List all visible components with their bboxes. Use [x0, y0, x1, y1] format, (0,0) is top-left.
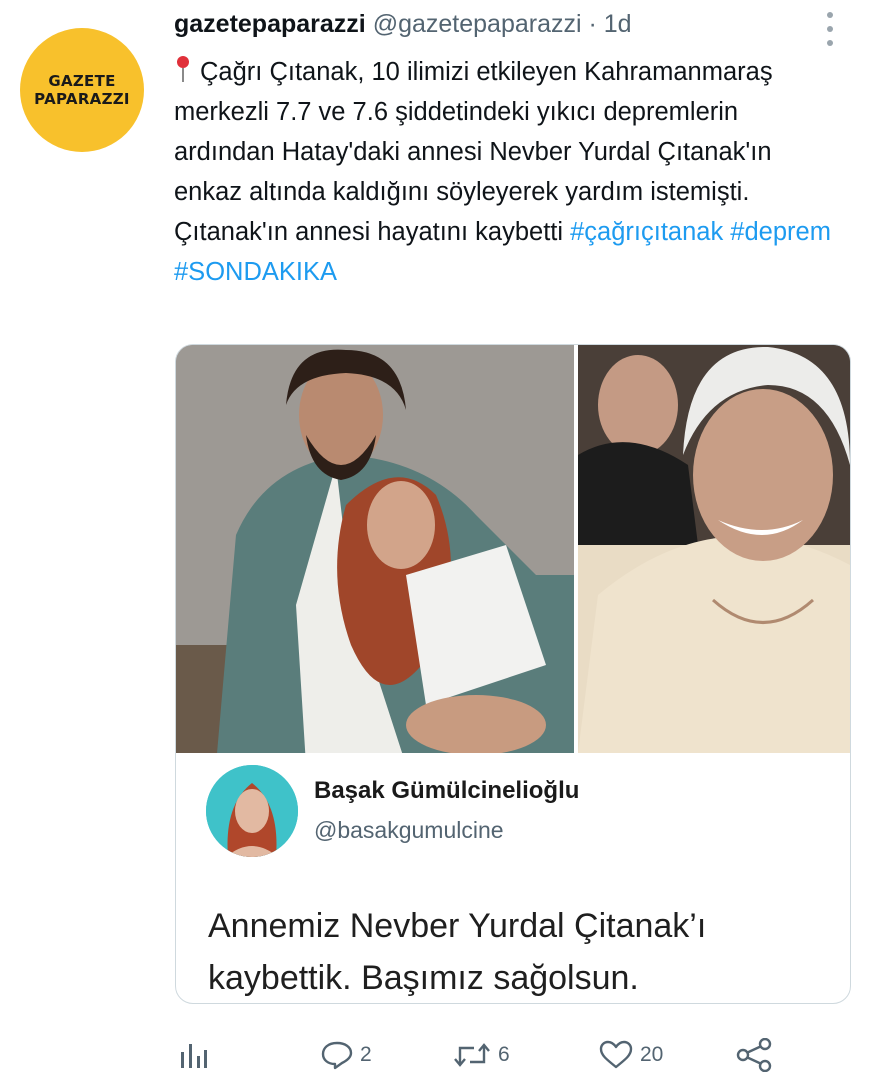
display-name[interactable]: gazetepaparazzi: [174, 10, 366, 38]
tweet-header: gazetepaparazzi @gazetepaparazzi · 1d: [174, 10, 632, 39]
couple-photo[interactable]: [176, 345, 574, 753]
more-vertical-icon[interactable]: [822, 12, 838, 46]
quote-author-name[interactable]: Başak Gümülcinelioğlu: [314, 777, 579, 805]
reply-icon: [321, 1041, 353, 1070]
analytics-button[interactable]: [178, 1030, 208, 1080]
media-card[interactable]: Başak Gümülcinelioğlu @basakgumulcine An…: [175, 344, 851, 1004]
hashtag-deprem[interactable]: #deprem: [730, 218, 831, 246]
hashtag-cagricitanak[interactable]: #çağrıçıtanak: [570, 218, 723, 246]
tweet-text: Çağrı Çıtanak, 10 ilimizi etkileyen Kahr…: [174, 52, 834, 292]
retweet-button[interactable]: 6: [452, 1030, 510, 1080]
like-icon: [599, 1040, 633, 1069]
analytics-icon: [181, 1044, 207, 1068]
reply-button[interactable]: 2: [320, 1030, 372, 1080]
like-count: 20: [640, 1043, 664, 1066]
retweet-icon: [454, 1043, 490, 1067]
pin-icon: [174, 56, 192, 84]
handle[interactable]: @gazetepaparazzi: [373, 10, 582, 38]
action-bar: 2 6 20: [0, 1030, 875, 1080]
avatar-text-line2: PAPARAZZI: [34, 90, 130, 108]
elderly-woman-photo[interactable]: [578, 345, 850, 753]
share-button[interactable]: [736, 1030, 774, 1080]
retweet-count: 6: [498, 1043, 510, 1066]
quote-text: Annemiz Nevber Yurdal Çitanak’ı kaybetti…: [208, 907, 707, 997]
quote-author-handle[interactable]: @basakgumulcine: [314, 817, 504, 844]
account-avatar[interactable]: GAZETE PAPARAZZI: [20, 28, 144, 152]
separator: ·: [588, 10, 597, 38]
timestamp[interactable]: 1d: [604, 10, 632, 38]
share-icon: [736, 1038, 772, 1072]
quote-author-avatar[interactable]: [206, 765, 298, 857]
like-button[interactable]: 20: [598, 1030, 663, 1080]
reply-count: 2: [360, 1043, 372, 1066]
hashtag-sondakika[interactable]: #SONDAKIKA: [174, 258, 337, 286]
avatar-text-line1: GAZETE: [48, 72, 116, 90]
